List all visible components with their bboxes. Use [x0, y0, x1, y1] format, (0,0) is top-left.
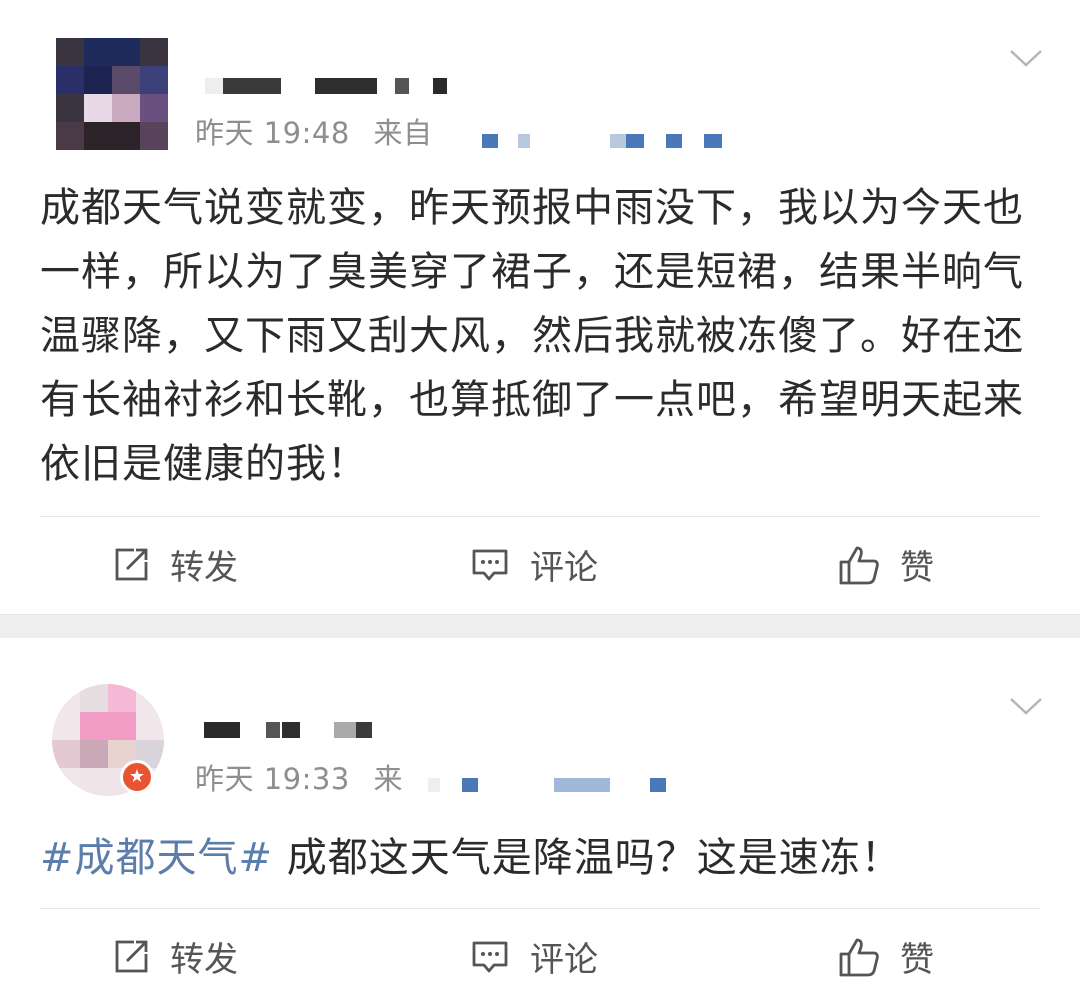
- feed-separator: [0, 614, 1080, 638]
- repost-label: 转发: [170, 940, 238, 980]
- chevron-down-icon[interactable]: [1009, 48, 1043, 68]
- like-label: 赞: [900, 548, 934, 588]
- source-app[interactable]: [482, 134, 722, 148]
- verified-badge-icon: ★: [120, 760, 154, 794]
- like-label: 赞: [900, 940, 934, 980]
- username[interactable]: [205, 78, 447, 94]
- comment-icon: [472, 941, 508, 972]
- comment-icon: [472, 549, 508, 580]
- divider: [40, 908, 1040, 909]
- comment-label: 评论: [530, 548, 598, 588]
- timestamp: 昨天 19:33: [195, 762, 350, 796]
- post-card[interactable]: 昨天 19:48 来自 成都天气说变就变，昨天预报中雨没下，我以为今天也一样，所…: [0, 0, 1080, 614]
- avatar[interactable]: [56, 38, 168, 150]
- timestamp: 昨天 19:48: [195, 116, 350, 150]
- repost-button[interactable]: 转发: [112, 932, 238, 981]
- comment-button[interactable]: 评论: [470, 540, 598, 589]
- comment-button[interactable]: 评论: [470, 932, 598, 981]
- post-body: 成都这天气是降温吗？这是速冻！: [273, 835, 902, 881]
- post-meta: 昨天 19:48 来自: [195, 110, 433, 152]
- source-label: 来: [373, 762, 404, 796]
- divider: [40, 516, 1040, 517]
- like-icon: [839, 938, 879, 976]
- post-meta: 昨天 19:33 来: [195, 756, 403, 798]
- source-app[interactable]: [428, 778, 668, 792]
- like-button[interactable]: 赞: [838, 540, 934, 589]
- like-button[interactable]: 赞: [838, 932, 934, 981]
- comment-label: 评论: [530, 940, 598, 980]
- source-label: 来自: [373, 116, 433, 150]
- post-text: 成都天气说变就变，昨天预报中雨没下，我以为今天也一样，所以为了臭美穿了裙子，还是…: [40, 185, 1024, 487]
- repost-icon: [115, 940, 148, 972]
- repost-icon: [115, 548, 148, 580]
- repost-label: 转发: [170, 548, 238, 588]
- repost-button[interactable]: 转发: [112, 540, 238, 589]
- username[interactable]: [204, 722, 374, 738]
- topic-link[interactable]: #成都天气#: [40, 835, 273, 881]
- post-text: #成都天气# 成都这天气是降温吗？这是速冻！: [40, 826, 1050, 890]
- chevron-down-icon[interactable]: [1009, 696, 1043, 716]
- like-icon: [839, 546, 879, 584]
